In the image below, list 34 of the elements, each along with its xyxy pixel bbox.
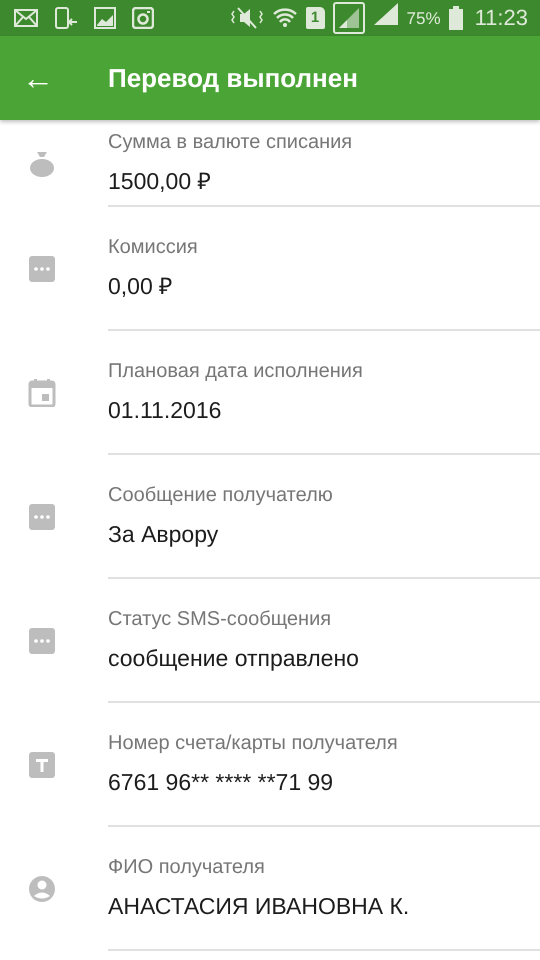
mute-vibrate-icon (230, 6, 264, 30)
detail-value: 6761 96** **** **71 99 (108, 769, 334, 797)
more-icon (28, 503, 56, 531)
signal-icon (372, 2, 399, 26)
more-icon (28, 255, 56, 283)
back-button[interactable]: ← (0, 62, 74, 94)
signal-icon (332, 2, 365, 34)
screen-title: Перевод выполнен (108, 62, 358, 94)
phone-arrow-icon (54, 7, 78, 29)
detail-value: 0,00 ₽ (108, 273, 174, 301)
detail-value: 01.11.2016 (108, 397, 222, 425)
mail-icon (14, 9, 38, 27)
calendar-icon (28, 379, 56, 407)
person-icon (28, 875, 56, 903)
detail-label: Статус SMS-сообщения (108, 607, 332, 632)
detail-label: Сумма в валюте списания (108, 130, 354, 154)
detail-label: Сообщение получателю (108, 483, 334, 508)
more-icon (28, 627, 56, 655)
money-bag-icon (28, 150, 56, 178)
text-icon (28, 751, 56, 779)
detail-value: АНАСТАСИЯ ИВАНОВНА К. (108, 893, 410, 921)
sim-badge: 1 (306, 7, 325, 29)
battery-percent: 75% (406, 10, 441, 26)
detail-label: Номер счета/карты получателя (108, 731, 399, 756)
detail-value: 1500,00 ₽ (108, 168, 212, 196)
detail-label: ФИО получателя (108, 855, 266, 880)
detail-value: За Аврору (108, 521, 220, 549)
detail-label: Комиссия (108, 235, 199, 260)
battery-icon (448, 6, 463, 30)
detail-label: Плановая дата исполнения (108, 359, 364, 384)
detail-value: сообщение отправлено (108, 645, 360, 673)
status-time: 11:23 (474, 7, 528, 29)
camera-icon (132, 7, 154, 29)
image-icon (94, 7, 116, 29)
